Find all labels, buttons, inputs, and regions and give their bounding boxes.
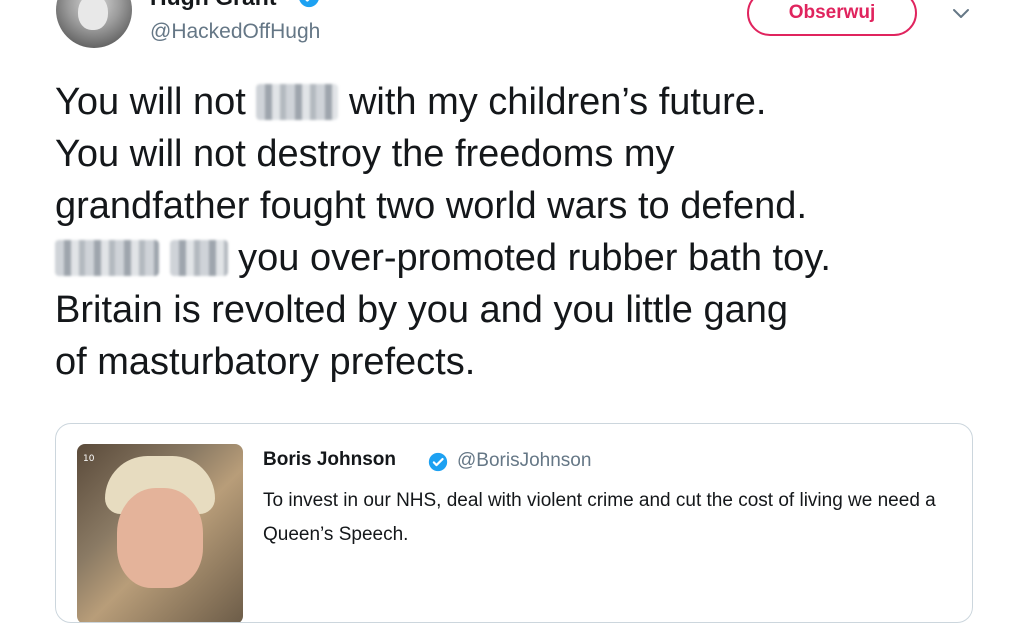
verified-badge-icon	[428, 452, 448, 472]
tweet-text-segment: you over-promoted rubber bath toy.	[227, 237, 831, 279]
tweet-line: Britain is revolted by you and you littl…	[55, 289, 788, 331]
tweet-text-segment: with my children’s future.	[338, 81, 767, 123]
tweet-line: you over-promoted rubber bath toy.	[55, 232, 995, 284]
image-tag: 10	[83, 454, 95, 464]
chevron-down-icon[interactable]	[948, 2, 974, 24]
author-handle[interactable]: @HackedOffHugh	[150, 20, 320, 44]
censored-word	[256, 84, 339, 120]
tweet-line: You will not destroy the freedoms my	[55, 133, 675, 175]
author-display-name[interactable]: Hugh Grant	[150, 0, 277, 11]
censored-word	[169, 240, 228, 276]
tweet-line: You will not with my children’s future.	[55, 76, 995, 128]
follow-button[interactable]: Obserwuj	[747, 0, 917, 36]
tweet-text-segment: You will not	[55, 81, 257, 123]
quoted-tweet-image[interactable]: 10	[77, 444, 243, 622]
quoted-tweet-text: To invest in our NHS, deal with violent …	[263, 490, 936, 545]
tweet-text: You will not with my children’s future. …	[55, 76, 995, 388]
quoted-author-handle: @BorisJohnson	[457, 450, 592, 471]
tweet-line: of masturbatory prefects.	[55, 341, 476, 383]
author-avatar[interactable]	[56, 0, 132, 48]
image-face	[117, 488, 203, 588]
quoted-tweet-card[interactable]: 10 Boris Johnson @BorisJohnson To invest…	[55, 423, 973, 623]
tweet-line: grandfather fought two world wars to def…	[55, 185, 808, 227]
verified-badge-icon	[299, 0, 319, 8]
quoted-author-name: Boris Johnson	[263, 449, 397, 470]
censored-word	[55, 240, 159, 276]
avatar-face	[78, 0, 108, 30]
